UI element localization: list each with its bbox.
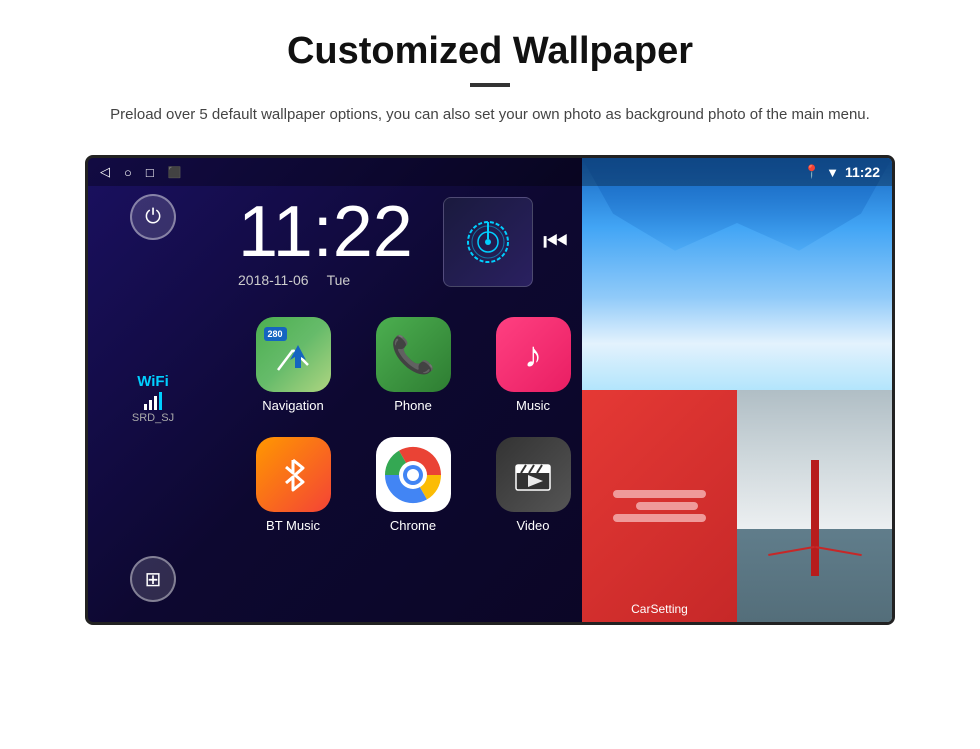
- android-screen: ◁ ○ □ ⬛ 📍 ▼ 11:22 ⏻ WiFi SRD_SJ ⊞: [85, 155, 895, 625]
- chrome-label: Chrome: [390, 518, 436, 533]
- carsetting-bar-3: [613, 514, 706, 522]
- home-icon[interactable]: ○: [124, 165, 132, 180]
- back-icon[interactable]: ◁: [100, 164, 110, 180]
- music-label: Music: [516, 398, 550, 413]
- left-sidebar: ⏻ WiFi SRD_SJ ⊞: [88, 158, 218, 622]
- phone-icon: 📞: [376, 317, 451, 392]
- media-widgets: ⏮ B: [443, 197, 596, 287]
- wifi-network: SRD_SJ: [132, 412, 174, 424]
- power-button[interactable]: ⏻: [130, 194, 176, 240]
- ice-cave-visual: [582, 158, 892, 390]
- chrome-icon: [376, 437, 451, 512]
- wifi-bars: [132, 392, 174, 410]
- app-phone[interactable]: 📞 Phone: [358, 310, 468, 420]
- bt-icon: [256, 437, 331, 512]
- apps-grid-button[interactable]: ⊞: [130, 556, 176, 602]
- clock-block: 11:22 2018-11-06 Tue: [238, 196, 413, 288]
- wifi-label: WiFi: [132, 373, 174, 390]
- nav-map-visual: 280: [256, 317, 331, 392]
- status-time: 11:22: [845, 164, 880, 180]
- music-icon: ♪: [496, 317, 571, 392]
- carsetting-label: CarSetting: [582, 602, 737, 616]
- video-label: Video: [516, 518, 549, 533]
- carsetting-thumb: [582, 390, 737, 622]
- clock-date-value: 2018-11-06: [238, 272, 309, 288]
- signal-icon: [463, 217, 513, 267]
- app-navigation[interactable]: 280 Navigation: [238, 310, 348, 420]
- clock-date: 2018-11-06 Tue: [238, 272, 413, 288]
- title-divider: [470, 83, 510, 87]
- media-icon-box: [443, 197, 533, 287]
- status-bar-right: 📍 ▼ 11:22: [804, 164, 880, 180]
- wallpaper-bridge: [737, 390, 892, 622]
- bridge-tower: [811, 460, 819, 576]
- nav-badge: 280: [264, 327, 287, 341]
- carsetting-bar-2: [636, 502, 698, 510]
- navigation-label: Navigation: [262, 398, 323, 413]
- chrome-wheel-svg: [383, 445, 443, 505]
- bridge-visual: [737, 390, 892, 622]
- wallpaper-ice-cave: [582, 158, 892, 390]
- bluetooth-icon: [273, 455, 313, 495]
- location-icon: 📍: [804, 164, 820, 180]
- video-icon: [496, 437, 571, 512]
- recent-icon[interactable]: □: [146, 165, 154, 180]
- page-title: Customized Wallpaper: [287, 30, 693, 73]
- wifi-info: WiFi SRD_SJ: [132, 373, 174, 424]
- carsetting-bar-1: [613, 490, 706, 498]
- status-bar: ◁ ○ □ ⬛ 📍 ▼ 11:22: [88, 158, 892, 186]
- bt-music-label: BT Music: [266, 518, 320, 533]
- music-symbol: ♪: [524, 334, 542, 376]
- video-clap-svg: [508, 450, 558, 500]
- wallpaper-panel: CarSetting: [582, 158, 892, 622]
- clock-time: 11:22: [238, 196, 413, 268]
- wallpaper-car-setting: CarSetting: [582, 390, 737, 622]
- app-video[interactable]: Video: [478, 430, 588, 540]
- screenshot-icon[interactable]: ⬛: [168, 166, 182, 179]
- phone-label: Phone: [394, 398, 432, 413]
- status-bar-left: ◁ ○ □ ⬛: [100, 164, 181, 180]
- app-music[interactable]: ♪ Music: [478, 310, 588, 420]
- prev-track-button[interactable]: ⏮: [543, 226, 568, 259]
- clock-day-value: Tue: [327, 272, 351, 288]
- app-chrome[interactable]: Chrome: [358, 430, 468, 540]
- page-subtitle: Preload over 5 default wallpaper options…: [110, 103, 870, 127]
- phone-symbol: 📞: [391, 334, 436, 376]
- navigation-icon: 280: [256, 317, 331, 392]
- wallpaper-bottom-row: CarSetting: [582, 390, 892, 622]
- app-bt-music[interactable]: BT Music: [238, 430, 348, 540]
- wifi-status-icon: ▼: [826, 165, 839, 180]
